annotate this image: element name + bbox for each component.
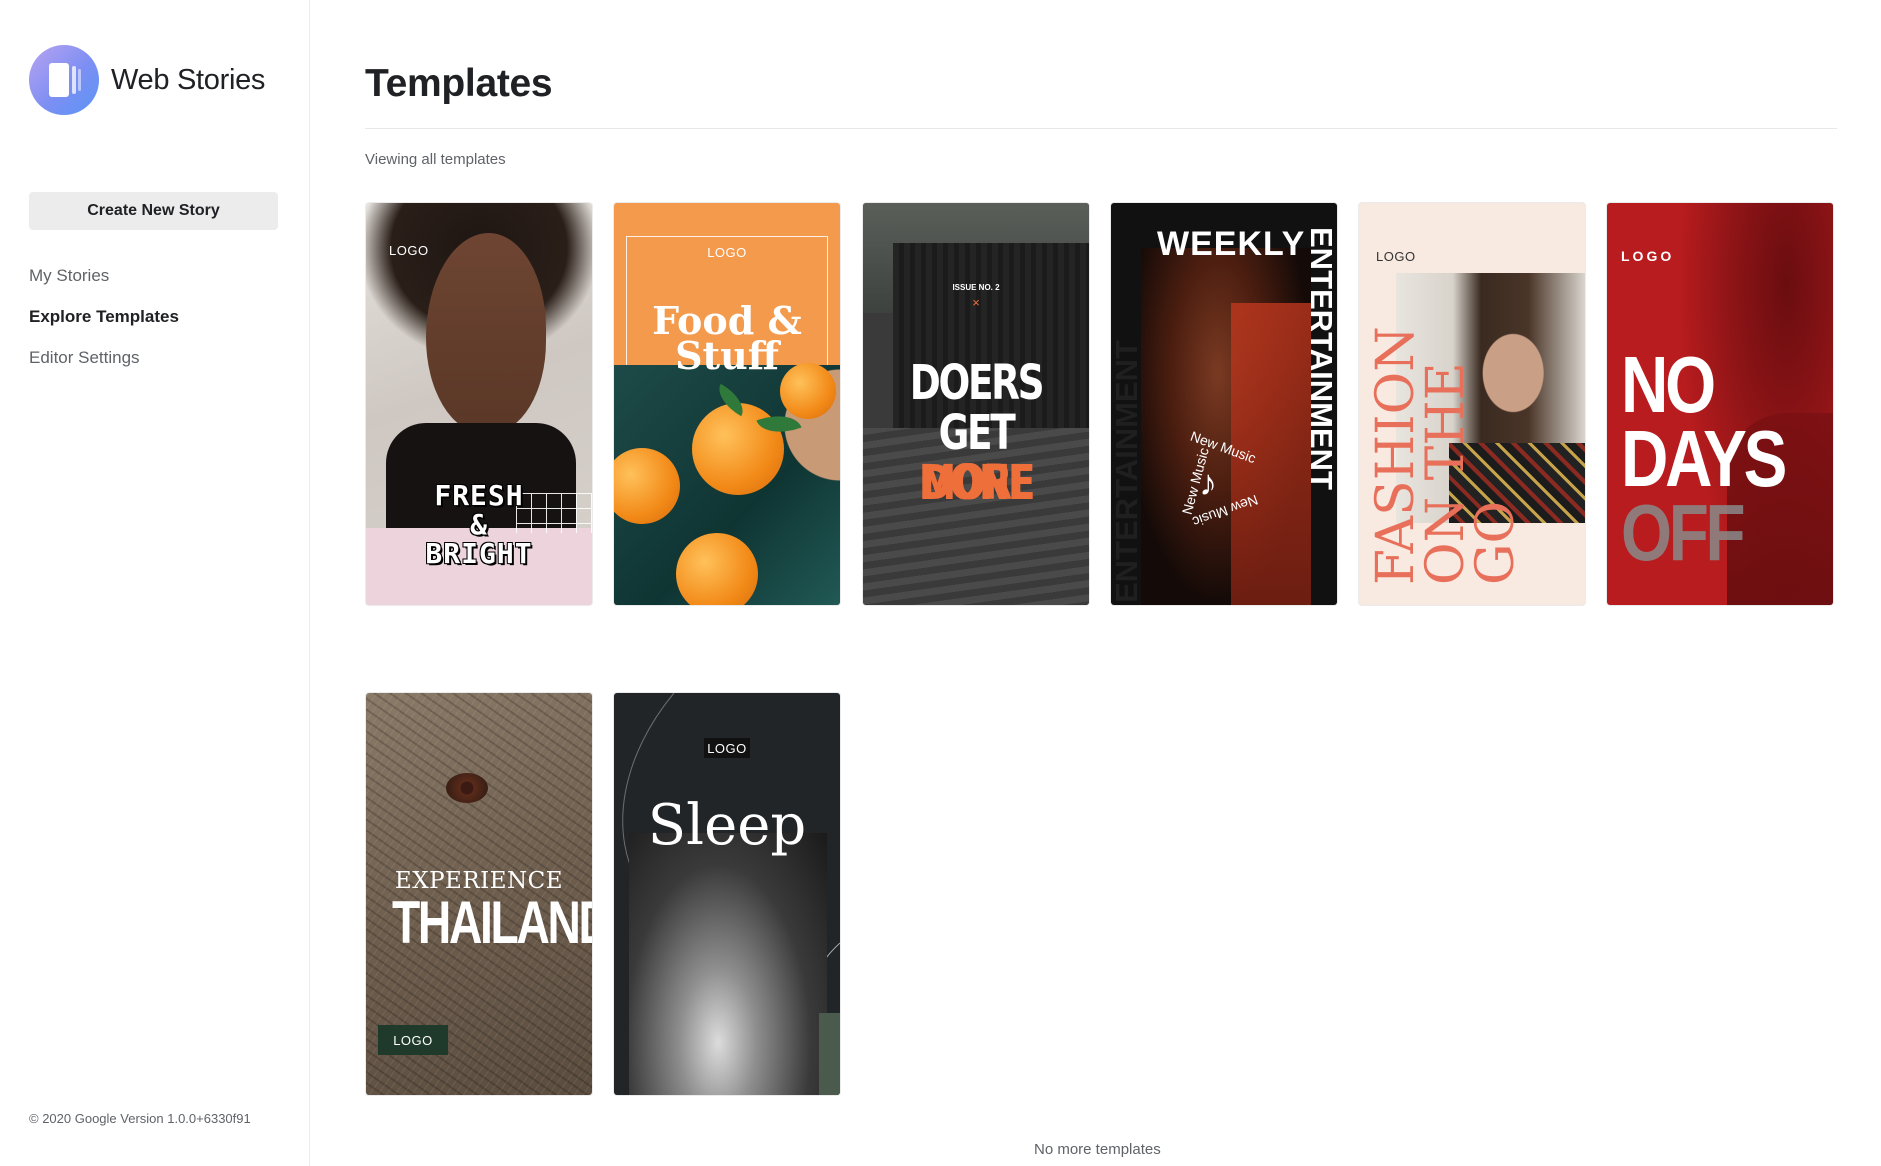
template-headline-line: DOERS bbox=[909, 355, 1045, 411]
sidebar: Web Stories Create New Story My Stories … bbox=[0, 0, 310, 1166]
version-footer: © 2020 Google Version 1.0.0+6330f91 bbox=[29, 1111, 251, 1126]
sidebar-item-explore-templates[interactable]: Explore Templates bbox=[29, 307, 179, 348]
template-card-weekly-entertainment[interactable]: WEEKLY ENTERTAINMENT ENTERTAINMENT New M… bbox=[1111, 203, 1337, 605]
template-headline-line: ON THE GO bbox=[1416, 362, 1526, 585]
template-logo: LOGO bbox=[389, 243, 429, 258]
brand[interactable]: Web Stories bbox=[29, 45, 265, 115]
sidebar-item-editor-settings[interactable]: Editor Settings bbox=[29, 348, 179, 389]
sidebar-item-my-stories[interactable]: My Stories bbox=[29, 266, 179, 307]
template-headline: WEEKLY bbox=[1157, 225, 1306, 263]
template-headline-line: OFF bbox=[1621, 488, 1746, 577]
template-headline-line: DAYS bbox=[1621, 414, 1787, 503]
no-more-templates-label: No more templates bbox=[1034, 1141, 1161, 1158]
template-card-fashion[interactable]: LOGO FASHION ON THE GO bbox=[1359, 203, 1585, 605]
template-headline-line: FASHION bbox=[1366, 326, 1426, 585]
sidebar-nav: My Stories Explore Templates Editor Sett… bbox=[29, 266, 179, 389]
page-title: Templates bbox=[365, 62, 553, 105]
music-note-icon: ♪ bbox=[1199, 462, 1217, 503]
template-logo: LOGO bbox=[378, 1025, 448, 1055]
template-card-sleep[interactable]: LOGO Sleep bbox=[614, 693, 840, 1095]
template-headline-line: THAILAND bbox=[391, 889, 592, 956]
issue-label: ISSUE NO. 2 bbox=[952, 283, 1000, 292]
template-headline: Food & Stuff bbox=[652, 298, 802, 378]
divider bbox=[365, 128, 1837, 129]
viewing-label: Viewing all templates bbox=[365, 151, 506, 168]
template-logo: LOGO bbox=[704, 738, 750, 758]
web-stories-logo-icon bbox=[29, 45, 99, 115]
template-side-headline: ENTERTAINMENT bbox=[1304, 227, 1337, 490]
template-headline: FRESH & BRIGHT bbox=[425, 479, 533, 570]
template-logo: LOGO bbox=[1376, 249, 1416, 264]
template-headline: Sleep bbox=[647, 793, 807, 858]
template-card-doers[interactable]: ISSUE NO. 2 × DOERS GET MORE DONE bbox=[863, 203, 1089, 605]
create-new-story-button[interactable]: Create New Story bbox=[29, 192, 278, 230]
template-side-headline-shadow: ENTERTAINMENT bbox=[1111, 340, 1144, 603]
template-logo: LOGO bbox=[1621, 248, 1675, 264]
template-card-thailand[interactable]: EXPERIENCE THAILAND LOGO bbox=[366, 693, 592, 1095]
template-card-no-days-off[interactable]: LOGO NO DAYS OFF bbox=[1607, 203, 1833, 605]
template-card-food-stuff[interactable]: LOGO Food & Stuff bbox=[614, 203, 840, 605]
template-headline-line: DONE bbox=[920, 455, 1034, 511]
template-card-fresh-bright[interactable]: LOGO FRESH & BRIGHT bbox=[366, 203, 592, 605]
template-headline-line: NO bbox=[1621, 340, 1716, 429]
brand-name: Web Stories bbox=[111, 63, 266, 96]
template-logo: LOGO bbox=[707, 245, 747, 260]
close-mark-icon: × bbox=[972, 295, 980, 310]
